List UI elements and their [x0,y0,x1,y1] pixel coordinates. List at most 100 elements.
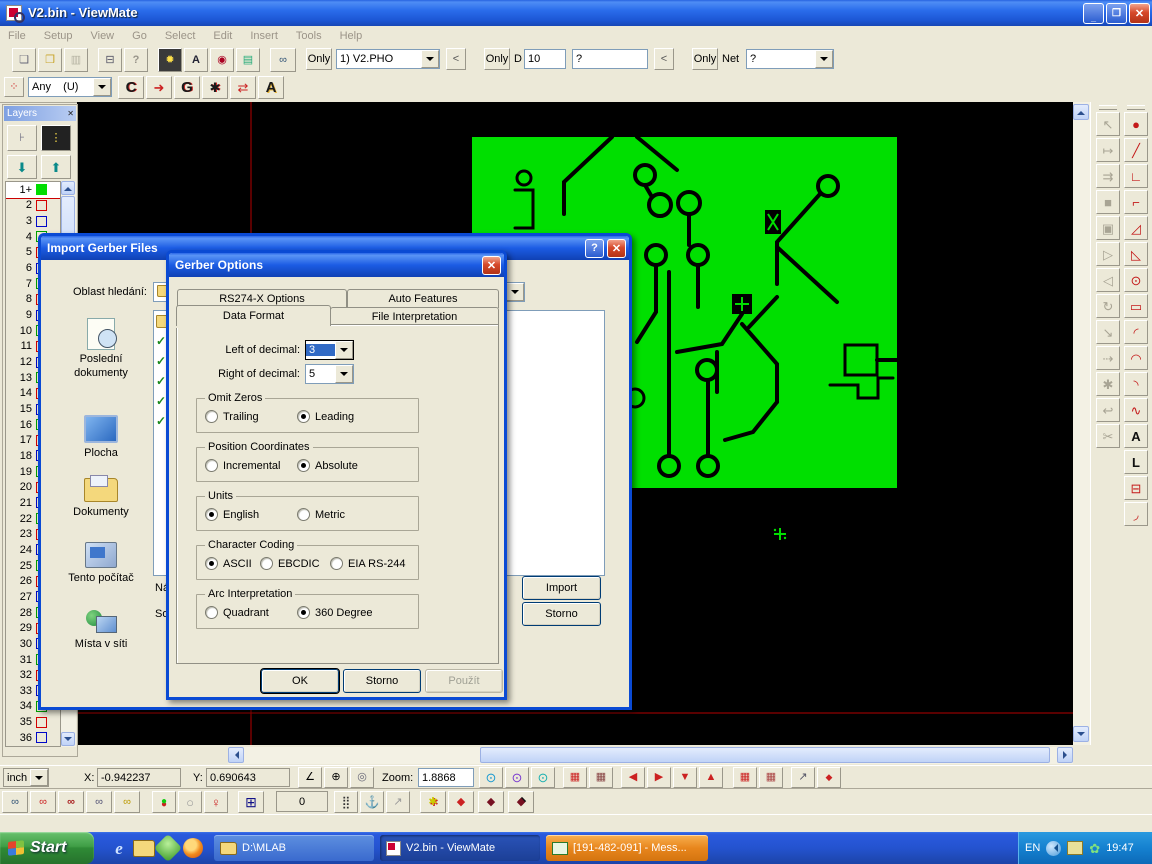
place-network[interactable]: Místa v síti [51,610,151,650]
prev-layer-button[interactable]: < [446,48,466,70]
edit-tool-8-button[interactable]: ↘ [1096,320,1120,344]
edit-tool-1-button[interactable]: ↦ [1096,138,1120,162]
taskbar-task-viewmate[interactable]: V2.bin - ViewMate [380,835,540,861]
palette-grip[interactable] [1099,105,1117,110]
draw-tool-12-button[interactable]: A [1124,424,1148,448]
tab-auto-features[interactable]: Auto Features [347,289,499,308]
radio-incremental[interactable]: Incremental [205,459,280,472]
ok-button[interactable]: OK [261,669,339,693]
quick-launch-firefox[interactable] [183,838,203,858]
dim-button[interactable]: ○ [178,791,202,813]
pan-down-button[interactable]: ▼ [673,767,697,788]
scroll-down-button[interactable] [1073,726,1089,742]
highlight-button[interactable]: ● [152,791,176,813]
zoom-dynamic-button[interactable]: ⊙ [531,767,555,788]
left-of-decimal-combo[interactable]: 3 [305,340,354,360]
draw-tool-9-button[interactable]: ◠ [1124,346,1148,370]
zoom-tool-button[interactable]: ⊙ [479,767,503,788]
pad-dark-button[interactable]: ◆ [478,791,504,813]
place-my-computer[interactable]: Tento počítač [51,542,151,584]
zoom-field[interactable]: 1.8868 [418,768,474,787]
layer-color-swatch[interactable] [36,732,47,743]
zoom-select-button[interactable]: ⊙ [505,767,529,788]
scroll-up-button[interactable] [61,181,75,195]
redraw-button[interactable]: ✹ [158,48,182,72]
close-icon[interactable]: ✕ [67,109,74,118]
dcode-filter-input[interactable]: ? [572,49,648,69]
pad-red-button[interactable]: ◆ [448,791,474,813]
draw-tool-15-button[interactable]: ◞ [1124,502,1148,526]
chevron-down-icon[interactable] [335,365,353,383]
layer-color-swatch[interactable] [36,200,47,211]
place-documents[interactable]: Dokumenty [51,478,151,518]
dialog-close-button[interactable]: ✕ [607,239,626,258]
quick-launch-folder[interactable] [133,840,155,857]
tray-icq-flower-icon[interactable]: ✿ [1089,842,1100,855]
quick-launch-ie[interactable]: e [108,837,130,859]
edit-tool-5-button[interactable]: ▷ [1096,242,1120,266]
view-traces-button[interactable]: ∞ [86,791,112,813]
menu-edit[interactable]: Edit [213,30,232,42]
import-button[interactable]: Import [522,576,601,600]
window-zoom-button[interactable]: ▦ [733,767,757,788]
context-help-button[interactable]: ? [124,48,148,72]
layer-combo[interactable]: 1) V2.PHO [336,49,440,69]
select-frame-button[interactable]: ◆ [817,767,841,788]
view-pads-button[interactable]: ∞ [58,791,84,813]
selection-combo[interactable]: Any (U) [28,77,112,97]
view-lines-button[interactable]: ∞ [30,791,56,813]
start-button[interactable]: Start [0,832,94,864]
layers-panel-titlebar[interactable]: Layers ✕ [4,106,76,121]
query-swap-button[interactable]: ⇄ [230,76,256,99]
draw-tool-1-button[interactable]: ╱ [1124,138,1148,162]
menu-select[interactable]: Select [165,30,196,42]
minimize-button[interactable]: _ [1083,3,1104,24]
pan-right-button[interactable]: ▶ [647,767,671,788]
edit-tool-3-button[interactable]: ■ [1096,190,1120,214]
tray-notes-icon[interactable] [1067,841,1083,855]
aperture-list-button[interactable]: A [184,48,208,72]
tab-data-format[interactable]: Data Format [176,305,331,326]
pan-up-button[interactable]: ▲ [699,767,723,788]
chevron-down-icon[interactable] [93,78,111,96]
place-desktop[interactable]: Plocha [51,415,151,459]
radio-trailing[interactable]: Trailing [205,410,259,423]
radio-eia-rs244[interactable]: EIA RS-244 [330,557,405,570]
anchor-button[interactable]: ⚓ [360,791,384,813]
layer-row[interactable]: 36 [6,730,60,746]
draw-tool-3-button[interactable]: ⌐ [1124,190,1148,214]
edit-tool-11-button[interactable]: ↩ [1096,398,1120,422]
scroll-up-button[interactable] [1073,104,1089,120]
dcode-view-button[interactable]: ◉ [210,48,234,72]
palette-grip[interactable] [1127,105,1145,110]
grid-dots-button[interactable]: ⣿ [334,791,358,813]
scroll-left-button[interactable] [228,747,244,763]
radio-absolute[interactable]: Absolute [297,459,358,472]
only-dcode-button[interactable]: Only [484,48,510,70]
query-a-button[interactable]: A [258,76,284,99]
layer-row[interactable]: 3 [6,213,60,229]
view-all-button[interactable]: ∞ [2,791,28,813]
only-layer-button[interactable]: Only [306,48,332,70]
table-view-button[interactable]: ⊞ [238,791,264,813]
draw-tool-0-button[interactable]: ● [1124,112,1148,136]
new-file-button[interactable]: ❏ [12,48,36,72]
quick-launch-icq[interactable] [154,834,182,862]
menu-help[interactable]: Help [340,30,363,42]
draw-tool-6-button[interactable]: ⊙ [1124,268,1148,292]
grid-origin-button[interactable]: ▦ [563,767,587,788]
menu-insert[interactable]: Insert [250,30,278,42]
pad-mixed-button[interactable]: ◆ [508,791,534,813]
unit-combo[interactable]: inch [3,768,49,787]
layer-up-button[interactable]: ⬆ [41,155,71,179]
edit-tool-12-button[interactable]: ✂ [1096,424,1120,448]
vector-snap-button[interactable]: ↗ [386,791,410,813]
angle-mode-button[interactable]: ∠ [298,767,322,788]
radio-metric[interactable]: Metric [297,508,345,521]
draw-tool-10-button[interactable]: ◝ [1124,372,1148,396]
chevron-down-icon[interactable] [30,769,48,786]
taskbar-task-explorer[interactable]: D:\MLAB [214,835,374,861]
menu-file[interactable]: File [8,30,26,42]
scroll-down-button[interactable] [61,732,75,746]
right-of-decimal-combo[interactable]: 5 [305,364,354,384]
